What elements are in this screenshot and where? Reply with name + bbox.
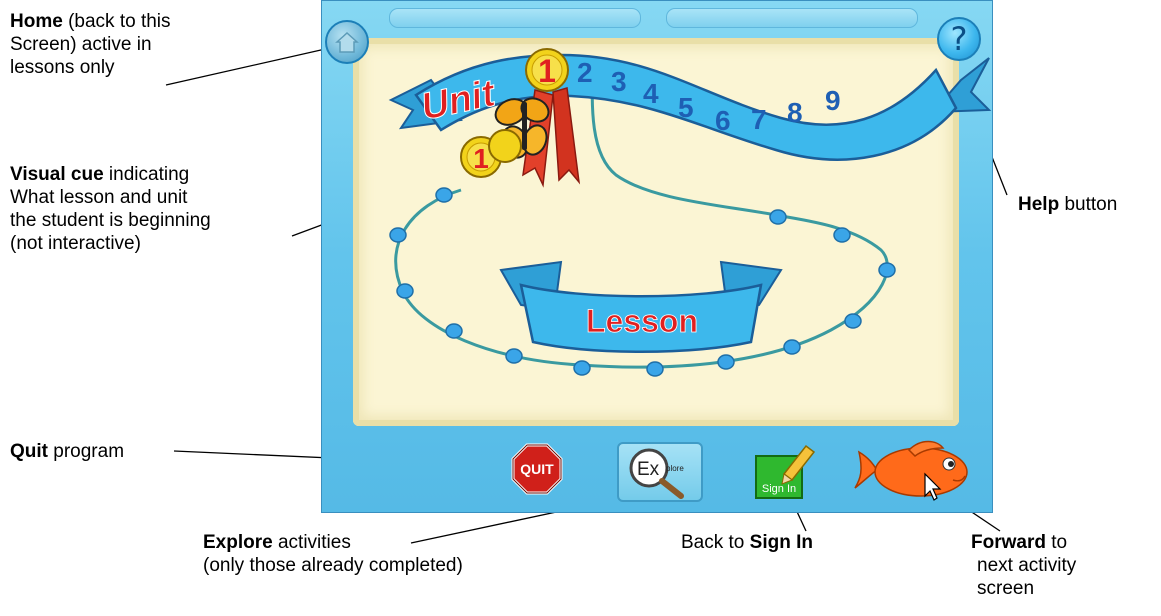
app-screen: Unit 1 2 3 4 5 6 7 8 9 1 Lesson ? QUIT E… (321, 0, 993, 513)
path-dot (389, 227, 407, 243)
path-dot (783, 339, 801, 355)
path-dot (505, 348, 523, 364)
home-button[interactable] (325, 20, 369, 64)
visual-cue-annotation: Visual cue indicating What lesson and un… (10, 164, 211, 254)
home-leader (165, 42, 345, 86)
unit-number: 6 (715, 105, 731, 136)
path-dot (396, 283, 414, 299)
lesson-number: 1 (473, 143, 489, 174)
unit-number: 8 (787, 97, 803, 128)
path-dot (435, 187, 453, 203)
unit-number: 5 (678, 92, 694, 123)
unit-number: 9 (825, 85, 841, 116)
lesson-marker (460, 129, 522, 178)
quit-label: QUIT (520, 461, 554, 477)
forward-button[interactable] (849, 438, 971, 502)
explore-label-big: Ex (637, 459, 660, 480)
explore-label-small: plore (666, 464, 684, 473)
explore-annotation: Explore activities (only those already c… (203, 532, 463, 576)
lesson-label: Lesson (586, 303, 698, 339)
path-dot (646, 361, 664, 377)
path-dot (445, 323, 463, 339)
path-dot (844, 313, 862, 329)
fish-icon (854, 440, 968, 497)
path-dot (573, 360, 591, 376)
path-dot (833, 227, 851, 243)
quit-annotation: Quit program (10, 441, 125, 462)
path-dot (769, 209, 787, 225)
sign-in-button[interactable]: Sign In (754, 440, 816, 502)
path-dot (878, 262, 896, 278)
unit-number: 3 (611, 66, 627, 97)
help-annotation: Help button (1018, 194, 1118, 215)
explore-button[interactable]: Ex plore (617, 442, 703, 502)
home-annotation: Home (back to this Screen) active in les… (10, 11, 171, 78)
help-button[interactable]: ? (937, 17, 981, 61)
forward-annotation: Forward to next activity screen (971, 532, 1077, 599)
signin-annotation: Back to Sign In (681, 532, 813, 553)
question-mark-icon: ? (950, 20, 968, 58)
unit-number: 7 (751, 104, 767, 135)
path-dot (717, 354, 735, 370)
unit-number: 4 (643, 78, 659, 109)
quit-button[interactable]: QUIT (511, 443, 563, 495)
home-icon (335, 31, 359, 53)
current-unit-number: 1 (538, 53, 556, 89)
lesson-map: Unit 1 2 3 4 5 6 7 8 9 1 Lesson (388, 48, 992, 377)
sign-in-label: Sign In (762, 483, 796, 495)
unit-number: 2 (577, 57, 593, 88)
